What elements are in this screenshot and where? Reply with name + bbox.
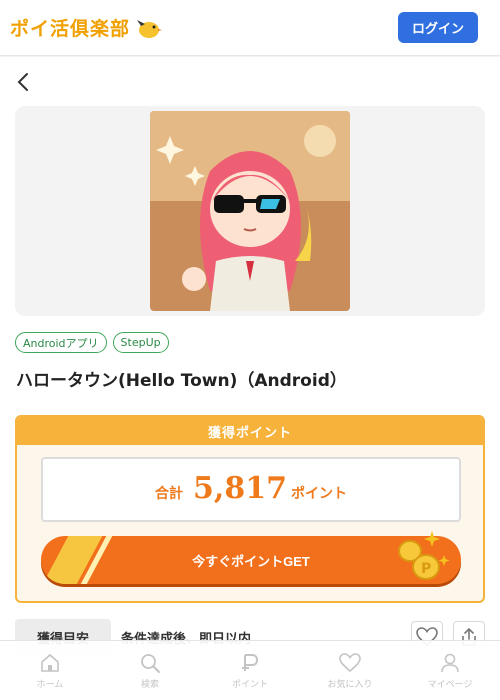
nav-home-label: ホーム [36, 679, 64, 690]
total-label: 合計 [155, 486, 184, 502]
points-panel: 獲得ポイント 合計 5,817 ポイント 今すぐポイントGET P [15, 415, 485, 603]
bird-icon [137, 19, 163, 38]
bottom-nav: ホーム 検索 ポイント お気に入り マイページ [0, 640, 500, 700]
app-header: ポイ活俱楽部 ログイン [0, 0, 500, 56]
nav-home[interactable]: ホーム [0, 641, 100, 700]
user-icon [441, 653, 459, 672]
points-total: 合計 5,817 ポイント [41, 457, 461, 522]
nav-point[interactable]: ポイント [200, 641, 300, 700]
app-icon-image [150, 111, 350, 311]
tag-stepup[interactable]: StepUp [112, 332, 169, 353]
svg-text:P: P [421, 561, 431, 577]
search-icon [141, 653, 160, 673]
nav-favorite-label: お気に入り [327, 679, 373, 690]
category-tags: Androidアプリ StepUp [15, 332, 169, 353]
nav-point-label: ポイント [231, 679, 268, 690]
offer-title: ハロータウン(Hello Town)（Android） [16, 371, 347, 391]
login-button[interactable]: ログイン [398, 12, 478, 43]
get-points-label: 今すぐポイントGET [192, 553, 310, 569]
total-value: 5,817 [193, 471, 287, 506]
offer-detail: Androidアプリ StepUp ハロータウン(Hello Town)（And… [0, 57, 500, 700]
nav-mypage[interactable]: マイページ [400, 641, 500, 700]
heart-icon [339, 652, 361, 672]
total-unit: ポイント [290, 486, 347, 502]
home-icon [41, 653, 59, 672]
nav-search-label: 検索 [140, 679, 159, 690]
logo-text: ポイ活俱楽部 [10, 18, 131, 40]
tag-android-app[interactable]: Androidアプリ [15, 332, 107, 353]
point-icon [242, 653, 259, 671]
nav-favorite[interactable]: お気に入り [300, 641, 400, 700]
coins-icon: P [398, 531, 450, 580]
back-arrow-icon[interactable] [14, 71, 34, 93]
app-banner [15, 106, 485, 316]
nav-mypage-label: マイページ [427, 679, 473, 690]
nav-search[interactable]: 検索 [100, 641, 200, 700]
points-header: 獲得ポイント [17, 417, 483, 445]
site-logo[interactable]: ポイ活俱楽部 [10, 14, 163, 41]
